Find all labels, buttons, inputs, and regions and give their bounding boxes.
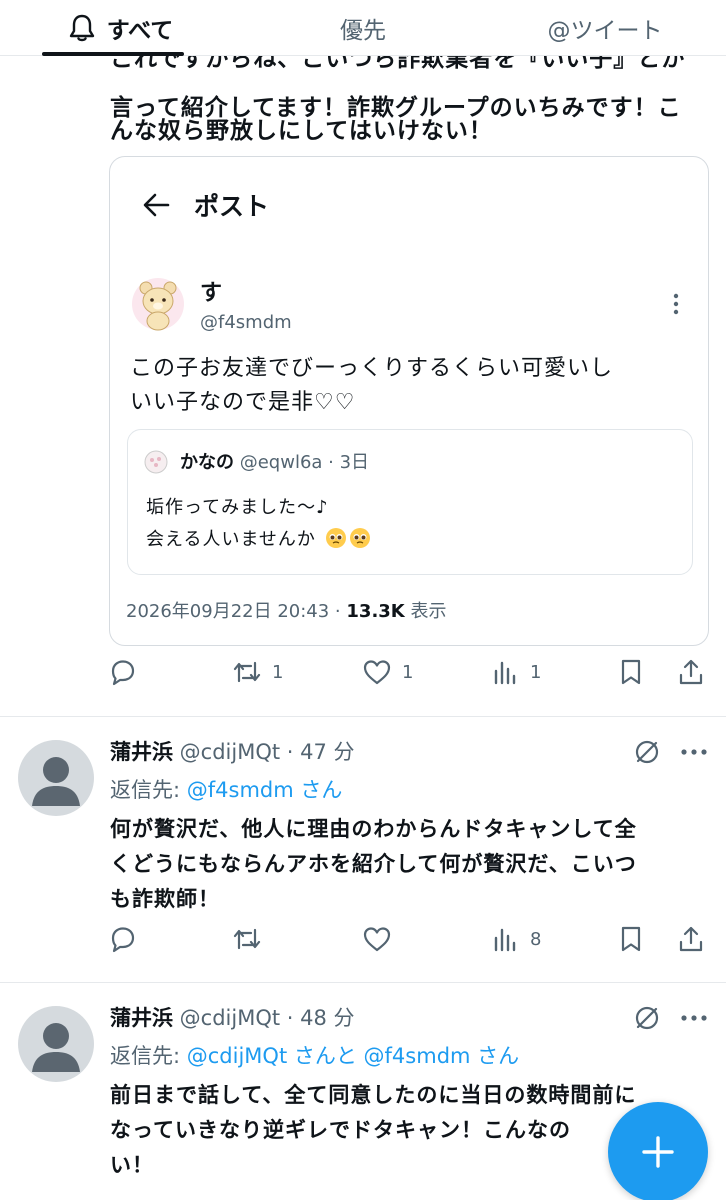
reply-action-bar: 8 [0, 924, 726, 964]
quote-text-line-2: 会える人いませんか [146, 524, 371, 556]
views-icon [494, 661, 516, 685]
quote-meta: @eqwl6a · 3日 [239, 452, 370, 473]
embedded-post-text: この子お友達でびーっくりするくらい可愛いし いい子なので是非♡♡ [130, 352, 690, 420]
reply-text-line: 何が贅沢だ、他人に理由のわからんドタキャンして全 [110, 817, 637, 841]
views-count: 8 [530, 928, 542, 950]
like-button[interactable]: 1 [362, 657, 413, 687]
bookmark-button[interactable] [616, 924, 646, 954]
active-tab-indicator [42, 52, 184, 56]
back-arrow-icon [143, 193, 170, 217]
share-icon [679, 926, 703, 952]
reply-button[interactable] [108, 924, 138, 954]
embedded-author-name: す [200, 281, 223, 306]
bear-avatar-icon [132, 278, 184, 331]
reply-to-mention[interactable]: @f4smdm さん [187, 778, 343, 802]
mute-icon[interactable] [633, 738, 661, 766]
reply-to-line: 返信先: @cdijMQt さんと @f4smdm さん [110, 1040, 519, 1070]
bookmark-button[interactable] [616, 657, 646, 687]
reply-button[interactable] [108, 657, 138, 687]
share-button[interactable] [676, 657, 706, 687]
reply-to-mention[interactable]: @cdijMQt さんと @f4smdm さん [187, 1044, 519, 1068]
embedded-text-line: いい子なので是非♡♡ [130, 390, 356, 415]
tab-all-label: すべて [106, 17, 174, 44]
reply-author-name: 蒲井浜 [110, 1006, 173, 1030]
pleading-face-icon [325, 528, 346, 548]
embedded-header: ポスト [142, 187, 269, 223]
compose-plus-icon [642, 1136, 674, 1168]
reply-to-label: 返信先: [110, 778, 187, 802]
retweet-button[interactable]: 1 [232, 657, 283, 687]
tab-mentions-label: @ツイート [547, 17, 663, 44]
reply-text-line: くどうにもならんアホを紹介して何が贅沢だ、こいつ [110, 852, 637, 876]
embedded-header-title: ポスト [194, 192, 270, 221]
default-avatar-icon [32, 1023, 80, 1072]
reply-meta: @cdijMQt · 47 分 [173, 740, 355, 764]
reply-header: 蒲井浜 @cdijMQt · 48 分 [110, 1002, 355, 1032]
divider [0, 716, 726, 717]
reply-author-name: 蒲井浜 [110, 740, 173, 764]
embedded-timestamp: 2026年09月22日 20:43 · [126, 601, 347, 622]
embedded-views-count: 13.3K [346, 601, 405, 622]
quote-text-line-content: 会える人いませんか [146, 529, 316, 550]
embedded-views-label: 表示 [404, 601, 447, 622]
compose-button[interactable] [608, 1102, 708, 1200]
quote-text: 垢作ってみました〜♪ 会える人いませんか [146, 492, 371, 556]
tab-priority-label: 優先 [340, 17, 386, 44]
embedded-timestamp-views: 2026年09月22日 20:43 · 13.3K 表示 [126, 597, 446, 623]
avatar[interactable] [18, 1006, 94, 1082]
quote-text-line: 垢作ってみました〜♪ [146, 497, 329, 518]
like-button[interactable] [362, 924, 392, 954]
tab-priority[interactable]: 優先 [242, 0, 484, 55]
notification-tabs: すべて 優先 @ツイート [0, 0, 726, 56]
like-icon [363, 660, 391, 685]
quote-author-name: かなの [180, 452, 234, 473]
more-horizontal-icon[interactable] [680, 1014, 708, 1022]
reply-text-line: 前日まで話して、全て同意したのに当日の数時間前に [110, 1083, 637, 1107]
embedded-author-handle: @f4smdm [200, 312, 292, 333]
reply-to-label: 返信先: [110, 1044, 187, 1068]
more-vertical-icon [673, 293, 679, 315]
retweet-button[interactable] [232, 924, 262, 954]
views-icon [494, 928, 516, 952]
views-button[interactable]: 1 [490, 657, 541, 687]
like-icon [363, 927, 391, 952]
share-button[interactable] [676, 924, 706, 954]
mute-icon[interactable] [633, 1004, 661, 1032]
avatar[interactable] [18, 740, 94, 816]
default-avatar-icon [32, 757, 80, 806]
post-action-bar: 1 1 1 [0, 657, 726, 697]
retweet-icon [233, 928, 261, 950]
bookmark-icon [621, 926, 641, 952]
reply-icon [111, 660, 135, 686]
divider [0, 982, 726, 983]
retweet-icon [233, 661, 261, 683]
more-horizontal-icon[interactable] [680, 748, 708, 756]
views-count: 1 [530, 661, 542, 683]
reply-meta: @cdijMQt · 48 分 [173, 1006, 355, 1030]
views-button[interactable]: 8 [490, 924, 541, 954]
pleading-face-icon [349, 528, 370, 548]
embedded-text-line: この子お友達でびーっくりするくらい可愛いし [130, 356, 614, 381]
tab-all[interactable]: すべて [0, 0, 242, 55]
share-icon [679, 659, 703, 685]
tab-mentions[interactable]: @ツイート [484, 0, 726, 55]
reply-icon [111, 927, 135, 953]
post-text-line: んな奴ら野放しにしてはいけない！ [110, 118, 493, 144]
reply-header: 蒲井浜 @cdijMQt · 47 分 [110, 736, 355, 766]
bell-icon [69, 14, 94, 41]
quote-header: かなの @eqwl6a · 3日 [180, 448, 369, 474]
reply-text-line: も詐欺師！ [110, 887, 220, 911]
like-count: 1 [402, 661, 414, 683]
retweet-count: 1 [272, 661, 284, 683]
embedded-screenshot-card[interactable]: ポスト す @f4smdm この子お友達でびーっくりするくらい可愛いし いい子な… [109, 156, 709, 646]
quoted-post[interactable]: かなの @eqwl6a · 3日 垢作ってみました〜♪ 会える人いませんか [127, 429, 693, 575]
reply-text: 何が贅沢だ、他人に理由のわからんドタキャンして全 くどうにもならんアホを紹介して… [110, 812, 706, 917]
reply-to-line: 返信先: @f4smdm さん [110, 774, 342, 804]
bookmark-icon [621, 659, 641, 685]
quote-avatar [144, 450, 168, 474]
